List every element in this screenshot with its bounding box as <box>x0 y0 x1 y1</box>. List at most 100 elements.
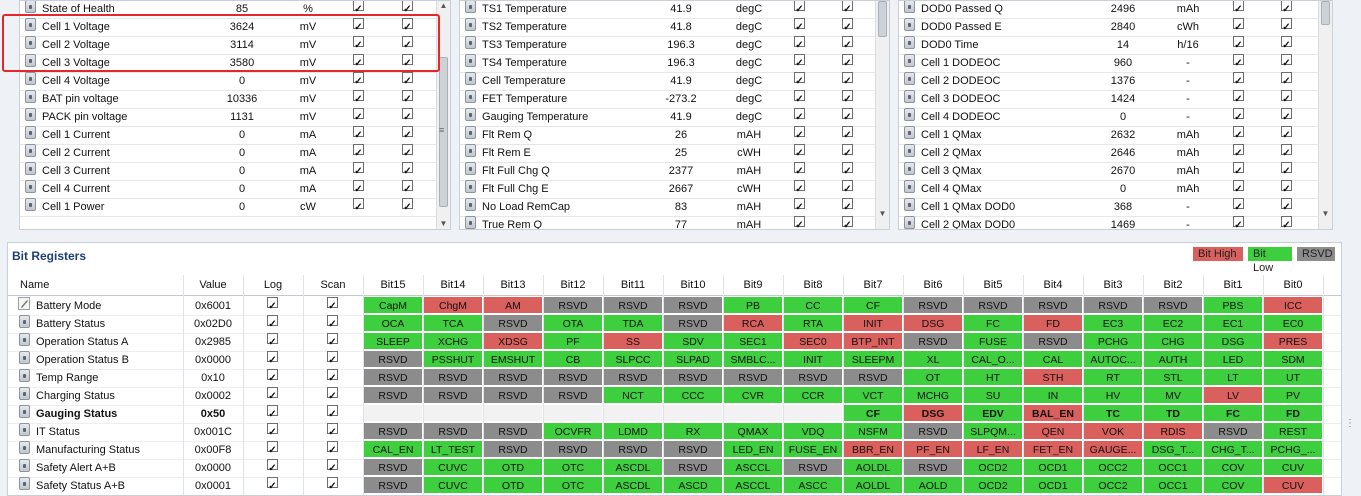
bit-cell[interactable]: CF <box>844 405 902 421</box>
log-checkbox[interactable]: ✓ <box>1233 90 1244 105</box>
log-checkbox[interactable]: ✓ <box>1233 54 1244 69</box>
bit-cell[interactable]: TCA <box>424 315 482 331</box>
scan-checkbox[interactable]: ✓ <box>327 297 338 312</box>
scan-checkbox[interactable]: ✓ <box>1281 90 1292 105</box>
bit-cell[interactable]: LT_TEST <box>424 441 482 457</box>
lock-icon[interactable] <box>19 477 30 490</box>
scan-checkbox[interactable]: ✓ <box>842 1 853 15</box>
lock-icon[interactable] <box>904 108 915 121</box>
bit-cell[interactable]: RSVD <box>724 369 782 385</box>
bit-cell[interactable]: OTC <box>544 477 602 493</box>
log-checkbox[interactable]: ✓ <box>267 369 278 384</box>
scan-checkbox[interactable]: ✓ <box>1281 54 1292 69</box>
bit-cell[interactable]: RSVD <box>1024 297 1082 313</box>
lock-icon[interactable] <box>19 387 30 400</box>
bit-cell[interactable]: COV <box>1204 477 1262 493</box>
bit-cell[interactable] <box>424 405 482 421</box>
bit-cell[interactable]: RSVD <box>604 441 662 457</box>
log-checkbox[interactable]: ✓ <box>794 36 805 51</box>
lock-icon[interactable] <box>904 162 915 175</box>
bit-cell[interactable]: NSFM <box>844 423 902 439</box>
bit-cell[interactable]: DSG <box>1204 333 1262 349</box>
bit-cell[interactable]: CC <box>784 297 842 313</box>
log-checkbox[interactable]: ✓ <box>353 198 364 213</box>
edit-pencil-icon[interactable] <box>18 297 30 310</box>
bit-cell[interactable]: RSVD <box>424 423 482 439</box>
bit-cell[interactable]: NCT <box>604 387 662 403</box>
bit-cell[interactable]: LED <box>1204 351 1262 367</box>
bit-cell[interactable]: SEC0 <box>784 333 842 349</box>
bit-cell[interactable]: RSVD <box>484 369 542 385</box>
bit-cell[interactable]: OCD2 <box>964 459 1022 475</box>
log-checkbox[interactable]: ✓ <box>794 18 805 33</box>
scan-checkbox[interactable]: ✓ <box>1281 108 1292 123</box>
bit-cell[interactable]: LF_EN <box>964 441 1022 457</box>
bit-cell[interactable]: MCHG <box>904 387 962 403</box>
bit-cell[interactable]: OCC2 <box>1084 477 1142 493</box>
bit-cell[interactable]: GAUGE... <box>1084 441 1142 457</box>
bit-cell[interactable]: IN <box>1024 387 1082 403</box>
scan-checkbox[interactable]: ✓ <box>842 90 853 105</box>
lock-icon[interactable] <box>904 54 915 67</box>
scan-checkbox[interactable]: ✓ <box>327 333 338 348</box>
lock-icon[interactable] <box>904 180 915 193</box>
lock-icon[interactable] <box>904 1 915 13</box>
scan-checkbox[interactable]: ✓ <box>1281 126 1292 141</box>
bit-cell[interactable]: AOLD <box>904 477 962 493</box>
bit-cell[interactable]: AOLDL <box>844 459 902 475</box>
bit-cell[interactable]: AM <box>484 297 542 313</box>
bit-cell[interactable]: VCT <box>844 387 902 403</box>
lock-icon[interactable] <box>465 144 476 157</box>
bit-cell[interactable]: RSVD <box>904 459 962 475</box>
log-checkbox[interactable]: ✓ <box>353 162 364 177</box>
log-checkbox[interactable]: ✓ <box>794 144 805 159</box>
bit-cell[interactable]: ASCC <box>784 477 842 493</box>
bit-cell[interactable]: CF <box>844 297 902 313</box>
scan-checkbox[interactable]: ✓ <box>842 180 853 195</box>
bit-cell[interactable]: EC0 <box>1264 315 1322 331</box>
scan-checkbox[interactable]: ✓ <box>402 144 413 159</box>
scan-checkbox[interactable]: ✓ <box>402 90 413 105</box>
bit-cell[interactable]: RX <box>664 423 722 439</box>
bit-cell[interactable]: OT <box>904 369 962 385</box>
bit-cell[interactable]: RSVD <box>1204 423 1262 439</box>
bit-cell[interactable]: RSVD <box>1024 333 1082 349</box>
bit-cell[interactable]: PCHG <box>1084 333 1142 349</box>
bit-cell[interactable]: OCD1 <box>1024 459 1082 475</box>
scan-checkbox[interactable]: ✓ <box>842 126 853 141</box>
lock-icon[interactable] <box>904 90 915 103</box>
bit-cell[interactable]: EMSHUT <box>484 351 542 367</box>
bit-cell[interactable]: RT <box>1084 369 1142 385</box>
lock-icon[interactable] <box>19 369 30 382</box>
bit-cell[interactable]: SLEEP <box>364 333 422 349</box>
bit-cell[interactable]: AOLDL <box>844 477 902 493</box>
bit-cell[interactable]: FC <box>1204 405 1262 421</box>
scan-checkbox[interactable]: ✓ <box>1281 162 1292 177</box>
log-checkbox[interactable]: ✓ <box>794 162 805 177</box>
bit-cell[interactable]: SLEEPM <box>844 351 902 367</box>
log-checkbox[interactable]: ✓ <box>353 72 364 87</box>
bit-cell[interactable]: RDIS <box>1144 423 1202 439</box>
scan-checkbox[interactable]: ✓ <box>842 72 853 87</box>
bit-cell[interactable]: PV <box>1264 387 1322 403</box>
bit-cell[interactable]: LV <box>1204 387 1262 403</box>
lock-icon[interactable] <box>904 72 915 85</box>
scan-checkbox[interactable]: ✓ <box>1281 72 1292 87</box>
log-checkbox[interactable]: ✓ <box>1233 72 1244 87</box>
scroll-up-arrow-icon[interactable]: ▲ <box>437 1 450 11</box>
scroll-thumb[interactable] <box>878 1 887 37</box>
bit-cell[interactable]: RSVD <box>1144 297 1202 313</box>
lock-icon[interactable] <box>19 315 30 328</box>
bit-cell[interactable]: RSVD <box>964 297 1022 313</box>
bit-cell[interactable]: BTP_INT <box>844 333 902 349</box>
bit-cell[interactable]: RSVD <box>604 369 662 385</box>
lock-icon[interactable] <box>25 108 36 121</box>
scan-checkbox[interactable]: ✓ <box>402 126 413 141</box>
bit-cell[interactable]: CCR <box>784 387 842 403</box>
log-checkbox[interactable]: ✓ <box>267 423 278 438</box>
bit-cell[interactable]: HT <box>964 369 1022 385</box>
lock-icon[interactable] <box>465 90 476 103</box>
bit-cell[interactable]: RCA <box>724 315 782 331</box>
scan-checkbox[interactable]: ✓ <box>1281 36 1292 51</box>
scan-checkbox[interactable]: ✓ <box>402 198 413 213</box>
